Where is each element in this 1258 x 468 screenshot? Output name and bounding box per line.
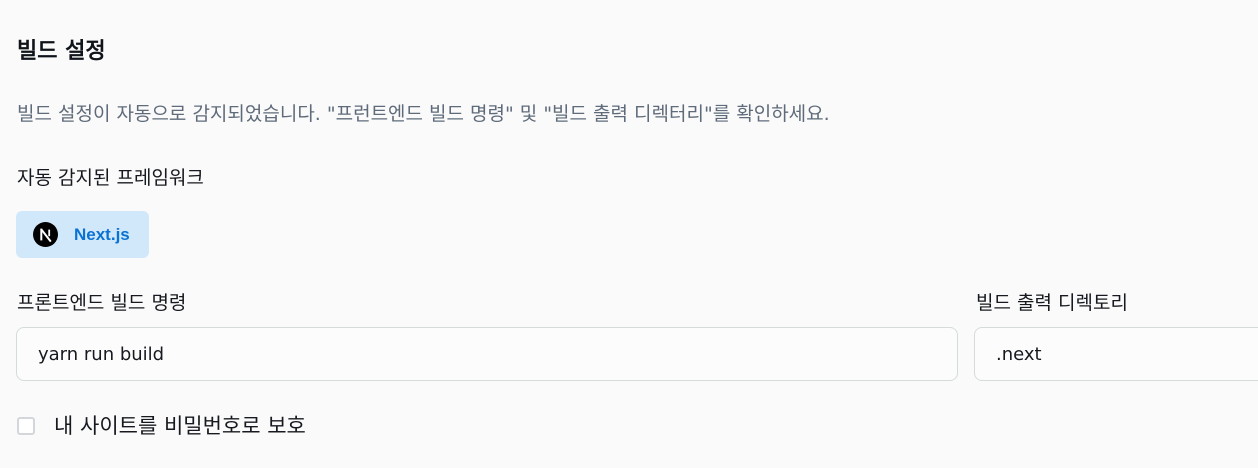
build-command-input[interactable] (16, 327, 958, 381)
password-protect-checkbox[interactable] (17, 417, 35, 435)
password-protect-option[interactable]: 내 사이트를 비밀번호로 보호 (17, 410, 306, 442)
framework-badge[interactable]: Next.js (16, 211, 149, 258)
nextjs-logo-icon (33, 222, 58, 247)
section-title: 빌드 설정 (17, 39, 106, 64)
framework-label: 자동 감지된 프레임워크 (17, 167, 204, 189)
output-directory-label: 빌드 출력 디렉토리 (976, 292, 1128, 314)
password-protect-label: 내 사이트를 비밀번호로 보호 (54, 414, 306, 438)
output-directory-input[interactable] (974, 327, 1258, 381)
build-settings-description: 빌드 설정이 자동으로 감지되었습니다. "프런트엔드 빌드 명령" 및 "빌드… (17, 103, 830, 125)
build-command-label: 프론트엔드 빌드 명령 (17, 292, 187, 314)
framework-name: Next.js (74, 224, 130, 244)
